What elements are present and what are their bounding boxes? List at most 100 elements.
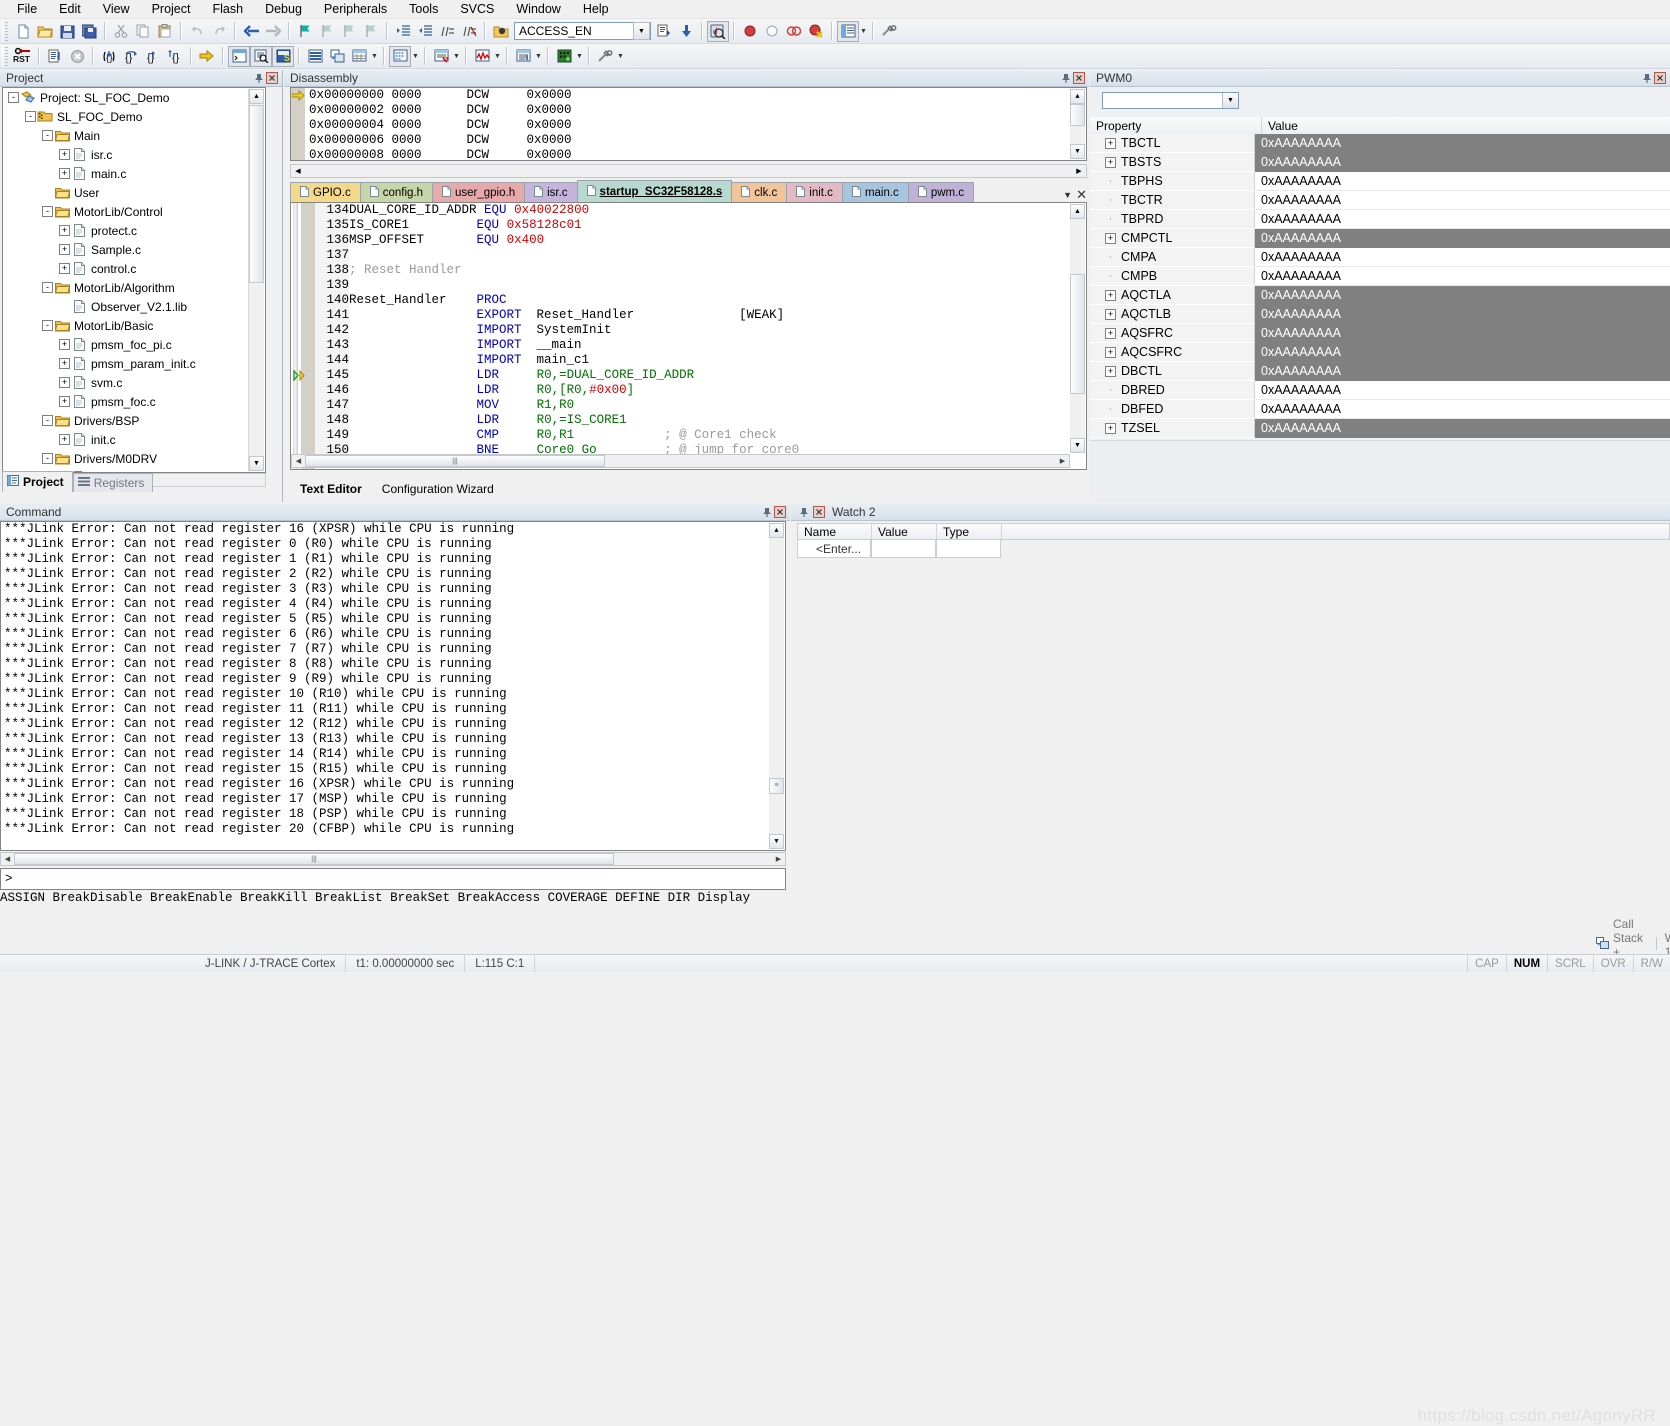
editor-hscrollbar[interactable]: ◀ ||| ▶: [291, 454, 1070, 468]
pwm0-register-row[interactable]: ·CMPB0xAAAAAAAA: [1090, 267, 1670, 286]
run-to-cursor-button[interactable]: {}: [164, 46, 186, 67]
run-button[interactable]: [44, 46, 66, 67]
close-tab-icon[interactable]: ✕: [1076, 190, 1087, 200]
navigate-back-button[interactable]: [240, 21, 262, 42]
analysis-windows-button[interactable]: [471, 46, 493, 67]
scroll-down-icon[interactable]: ▼: [1070, 144, 1085, 159]
chevron-down-icon[interactable]: ▼: [616, 46, 625, 67]
editor-tab-isr-c[interactable]: isr.c: [524, 182, 577, 202]
chevron-down-icon[interactable]: ▼: [534, 46, 543, 67]
indent-button[interactable]: [392, 21, 414, 42]
reset-cpu-button[interactable]: RST: [12, 46, 34, 67]
tree-item[interactable]: -MotorLib/Algorithm: [3, 278, 265, 297]
close-icon[interactable]: [265, 71, 279, 85]
watch-dock-tab-call-stack---locals[interactable]: Call Stack + Locals: [1588, 935, 1656, 954]
watch-windows-button[interactable]: [348, 46, 370, 67]
chevron-down-icon[interactable]: ▼: [411, 46, 420, 67]
step-over-button[interactable]: {}: [120, 46, 142, 67]
scrollbar-thumb[interactable]: |||: [305, 455, 605, 467]
bookmark-toggle-button[interactable]: [294, 21, 316, 42]
comment-button[interactable]: [436, 21, 458, 42]
scroll-up-icon[interactable]: ▲: [249, 89, 264, 104]
tree-item[interactable]: -MotorLib/Basic: [3, 316, 265, 335]
expand-icon[interactable]: +: [58, 243, 71, 256]
pwm0-register-row[interactable]: ·TBCTR0xAAAAAAAA: [1090, 191, 1670, 210]
pwm0-register-value[interactable]: 0xAAAAAAAA: [1255, 267, 1670, 286]
watch2-type-cell[interactable]: [936, 540, 1001, 558]
open-file-button[interactable]: [34, 21, 56, 42]
code-editor[interactable]: 134DUAL_CORE_ID_ADDR EQU 0x40022800135IS…: [290, 202, 1087, 470]
command-input[interactable]: >: [0, 868, 786, 890]
collapse-icon[interactable]: -: [41, 129, 54, 142]
toolbar-grip[interactable]: [2, 46, 10, 66]
bookmark-clear-button[interactable]: [360, 21, 382, 42]
pwm0-register-value[interactable]: 0xAAAAAAAA: [1255, 400, 1670, 419]
tree-item[interactable]: -SL_FOC_Demo: [3, 107, 265, 126]
pwm0-register-row[interactable]: ·DBFED0xAAAAAAAA: [1090, 400, 1670, 419]
expand-icon[interactable]: +: [1104, 233, 1117, 244]
expand-icon[interactable]: +: [58, 338, 71, 351]
scroll-down-icon[interactable]: ▼: [249, 456, 264, 471]
project-pane-tab-project[interactable]: Project: [2, 471, 73, 492]
scroll-left-icon[interactable]: ◀: [1, 855, 14, 863]
pwm0-register-value[interactable]: 0xAAAAAAAA: [1255, 381, 1670, 400]
code-line[interactable]: 149 CMP R0,R1 ; @ Core1 check: [315, 428, 1086, 443]
pin-icon[interactable]: [797, 505, 810, 519]
tree-item[interactable]: +isr.c: [3, 145, 265, 164]
collapse-icon[interactable]: -: [41, 319, 54, 332]
collapse-icon[interactable]: -: [41, 414, 54, 427]
disassembly-hscrollbar[interactable]: ◀ ▶: [290, 164, 1087, 178]
code-line[interactable]: 137: [315, 248, 1086, 263]
collapse-icon[interactable]: -: [41, 281, 54, 294]
code-line[interactable]: 147 MOV R1,R0: [315, 398, 1086, 413]
scroll-up-icon[interactable]: ▲: [769, 523, 784, 538]
menu-item-view[interactable]: View: [92, 0, 141, 18]
expand-icon[interactable]: +: [1104, 138, 1117, 149]
tree-item[interactable]: +main.c: [3, 164, 265, 183]
disable-breakpoint-button[interactable]: [761, 21, 783, 42]
new-file-button[interactable]: [12, 21, 34, 42]
editor-tab-user-gpio-h[interactable]: user_gpio.h: [432, 182, 525, 202]
disassembly-line[interactable]: 0x00000004 0000 DCW 0x0000: [291, 118, 1086, 133]
step-out-button[interactable]: {}: [142, 46, 164, 67]
expand-icon[interactable]: +: [58, 167, 71, 180]
pwm0-register-row[interactable]: ·DBRED0xAAAAAAAA: [1090, 381, 1670, 400]
expand-icon[interactable]: +: [58, 224, 71, 237]
disassembly-vscrollbar[interactable]: ▲ ▼: [1070, 89, 1085, 159]
code-line[interactable]: 136MSP_OFFSET EQU 0x400: [315, 233, 1086, 248]
pwm0-register-value[interactable]: 0xAAAAAAAA: [1255, 419, 1670, 438]
code-line[interactable]: 138; Reset Handler: [315, 263, 1086, 278]
expand-icon[interactable]: +: [1104, 347, 1117, 358]
menu-item-help[interactable]: Help: [572, 0, 620, 18]
command-output[interactable]: ***JLink Error: Can not read register 16…: [0, 521, 786, 851]
tree-item[interactable]: +svm.c: [3, 373, 265, 392]
menu-item-project[interactable]: Project: [141, 0, 202, 18]
toolbox-button[interactable]: [594, 46, 616, 67]
editor-vscrollbar[interactable]: ▲ ▼: [1070, 204, 1085, 453]
pwm0-register-value[interactable]: 0xAAAAAAAA: [1255, 248, 1670, 267]
expand-icon[interactable]: +: [58, 395, 71, 408]
command-vscrollbar[interactable]: ▲ ≡ ▼: [769, 523, 784, 849]
chevron-down-icon[interactable]: ▼: [493, 46, 502, 67]
disassembly-window-button[interactable]: [250, 46, 272, 67]
tree-item[interactable]: Observer_V2.1.lib: [3, 297, 265, 316]
command-hscrollbar[interactable]: ◀ ||| ▶: [0, 852, 786, 866]
pwm0-register-value[interactable]: 0xAAAAAAAA: [1255, 305, 1670, 324]
close-icon[interactable]: [773, 505, 787, 519]
tree-item[interactable]: +control.c: [3, 259, 265, 278]
paste-button[interactable]: [154, 21, 176, 42]
code-line[interactable]: 144 IMPORT main_c1: [315, 353, 1086, 368]
pin-icon[interactable]: [760, 505, 773, 519]
tree-item[interactable]: +pmsm_param_init.c: [3, 354, 265, 373]
pwm0-register-value[interactable]: 0xAAAAAAAA: [1255, 324, 1670, 343]
editor-tab-main-c[interactable]: main.c: [842, 182, 909, 202]
disassembly-line[interactable]: 0x00000002 0000 DCW 0x0000: [291, 103, 1086, 118]
copy-button[interactable]: [132, 21, 154, 42]
collapse-icon[interactable]: -: [41, 452, 54, 465]
menu-item-tools[interactable]: Tools: [398, 0, 449, 18]
pwm0-register-value[interactable]: 0xAAAAAAAA: [1255, 229, 1670, 248]
tree-item[interactable]: +pmsm_foc.c: [3, 392, 265, 411]
debug-session-button[interactable]: d: [707, 21, 729, 42]
menu-item-debug[interactable]: Debug: [254, 0, 313, 18]
expand-icon[interactable]: +: [58, 357, 71, 370]
